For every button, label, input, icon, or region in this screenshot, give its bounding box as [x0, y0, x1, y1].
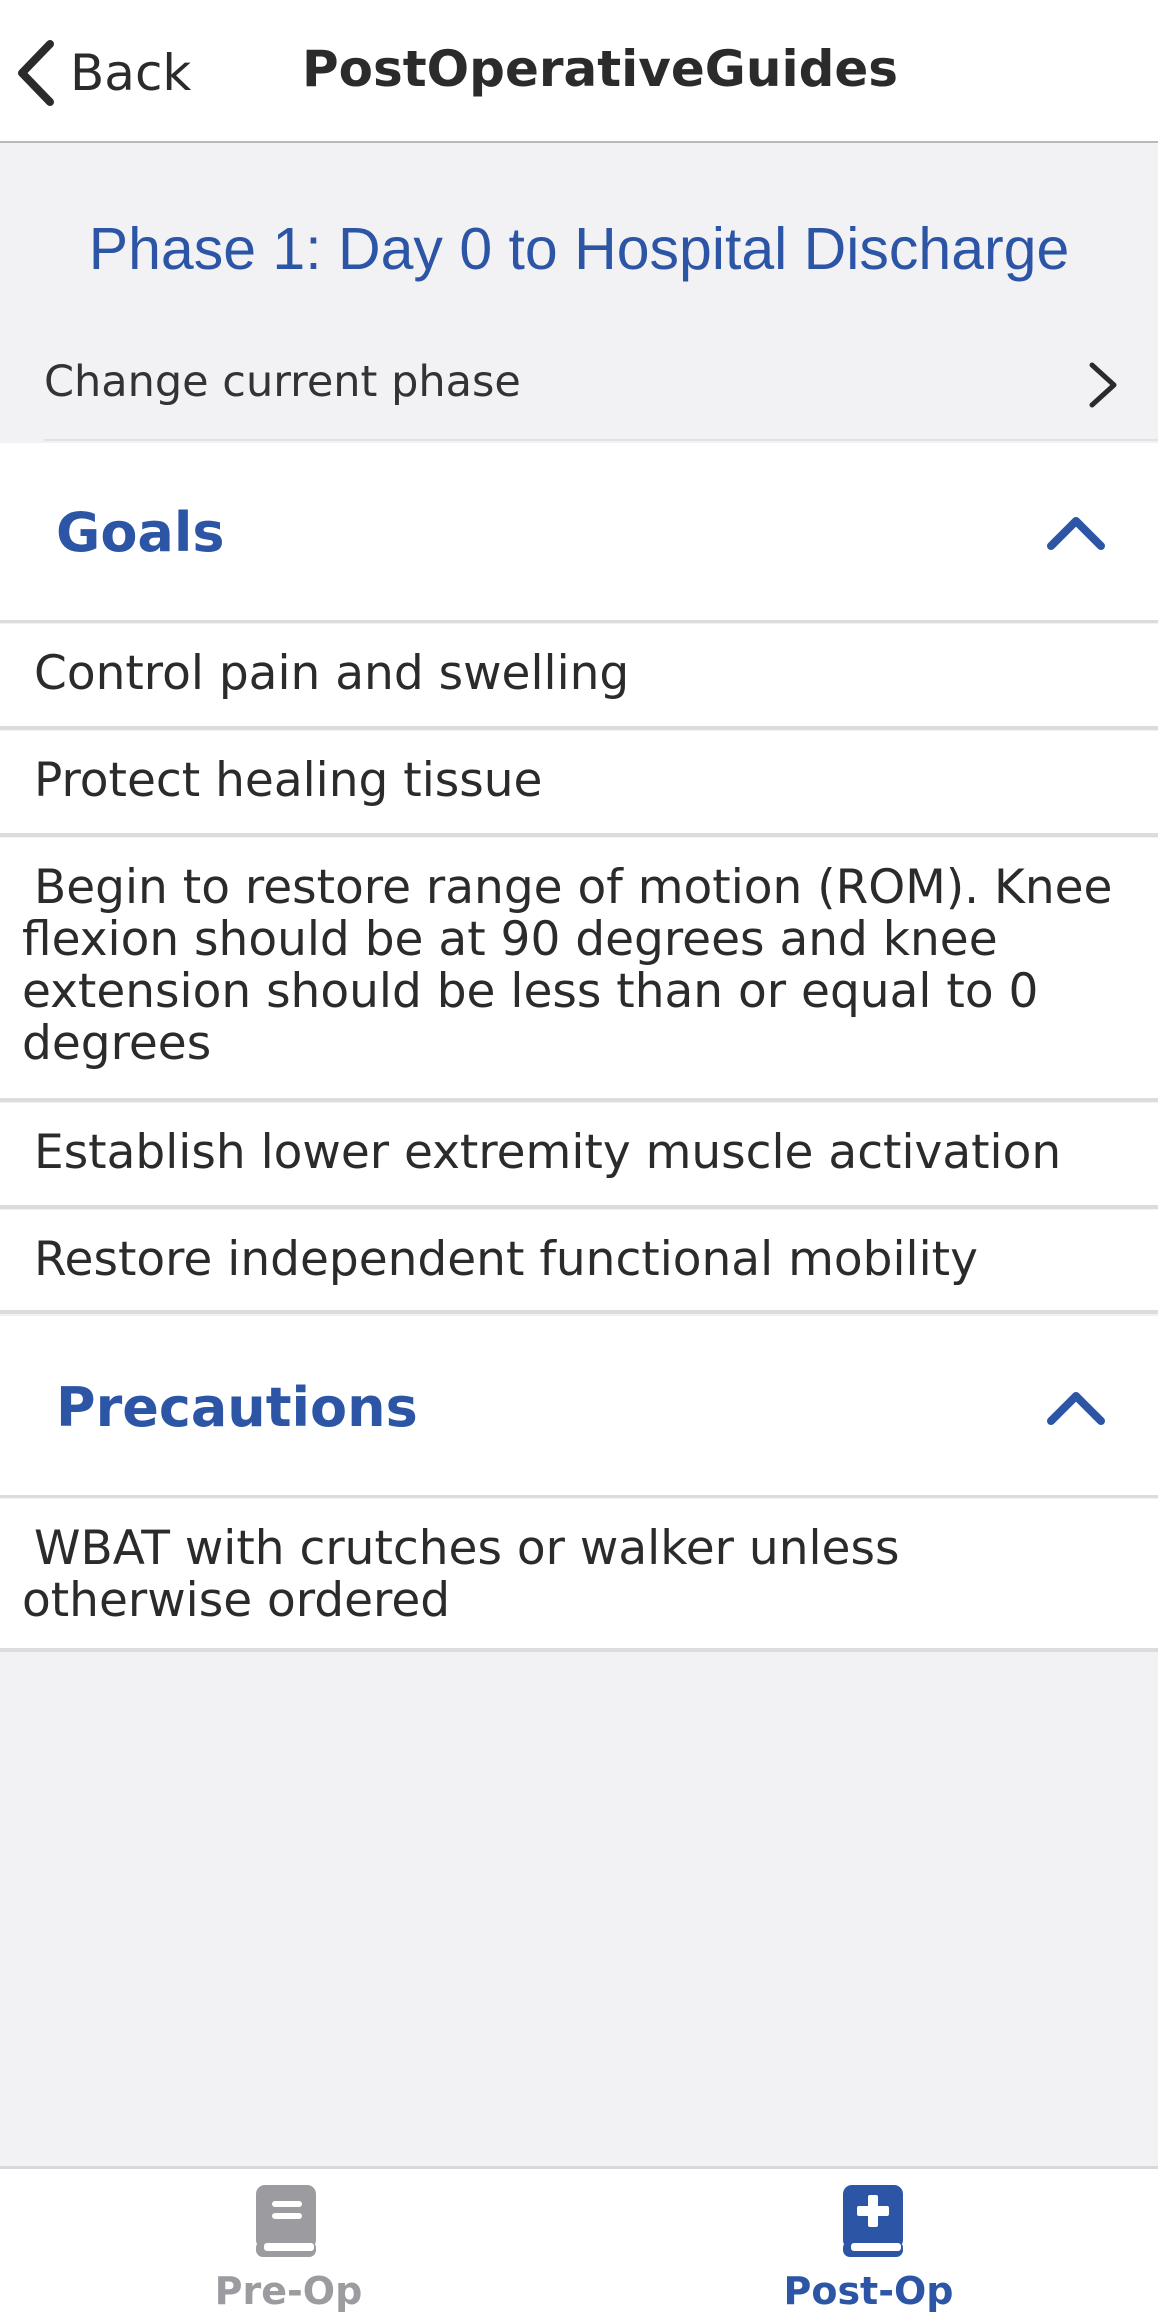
change-phase-label: Change current phase — [44, 357, 521, 407]
phase-header: Phase 1: Day 0 to Hospital Discharge Cha… — [0, 145, 1158, 441]
precaution-item-text: WBAT with crutches or walker unless othe… — [22, 1521, 900, 1628]
back-label: Back — [70, 44, 192, 102]
goal-item-text: Begin to restore range of motion (ROM). … — [22, 860, 1113, 1071]
goal-item: Begin to restore range of motion (ROM). … — [0, 838, 1158, 1102]
goal-item: Control pain and swelling — [0, 624, 1158, 730]
goals-section-header[interactable]: Goals — [0, 443, 1158, 623]
change-phase-row[interactable]: Change current phase — [0, 325, 1158, 441]
chevron-left-icon — [18, 40, 54, 106]
precaution-item: WBAT with crutches or walker unless othe… — [0, 1499, 1158, 1652]
precautions-section-title: Precautions — [56, 1376, 418, 1439]
chevron-right-icon — [1089, 362, 1117, 408]
book-icon — [256, 2185, 316, 2257]
goal-item-text: Control pain and swelling — [34, 646, 630, 701]
page-title: PostOperativeGuides — [302, 40, 899, 98]
goals-section-title: Goals — [56, 501, 225, 564]
post-operative-guides-screen: Back PostOperativeGuides Phase 1: Day 0 … — [0, 0, 1158, 2319]
chevron-up-icon — [1047, 1392, 1105, 1425]
navigation-bar: Back PostOperativeGuides — [0, 0, 1158, 143]
goal-item-text: Establish lower extremity muscle activat… — [34, 1125, 1062, 1180]
tab-bar: Pre-Op Post-Op — [0, 2166, 1158, 2319]
tab-post-op[interactable]: Post-Op — [579, 2169, 1158, 2319]
goal-item: Protect healing tissue — [0, 731, 1158, 837]
back-button[interactable]: Back — [14, 36, 191, 110]
chevron-up-icon — [1047, 517, 1105, 550]
divider — [44, 439, 1158, 441]
goal-item-text: Protect healing tissue — [34, 753, 543, 808]
medical-book-icon — [843, 2185, 903, 2257]
phase-title: Phase 1: Day 0 to Hospital Discharge — [88, 216, 1070, 282]
precautions-section-header[interactable]: Precautions — [0, 1316, 1158, 1498]
tab-pre-op[interactable]: Pre-Op — [0, 2169, 579, 2319]
goal-item-text: Restore independent functional mobility — [34, 1232, 978, 1287]
tab-post-op-label: Post-Op — [783, 2269, 954, 2313]
goal-item: Restore independent functional mobility — [0, 1210, 1158, 1314]
tab-pre-op-label: Pre-Op — [214, 2269, 363, 2313]
goal-item: Establish lower extremity muscle activat… — [0, 1103, 1158, 1209]
